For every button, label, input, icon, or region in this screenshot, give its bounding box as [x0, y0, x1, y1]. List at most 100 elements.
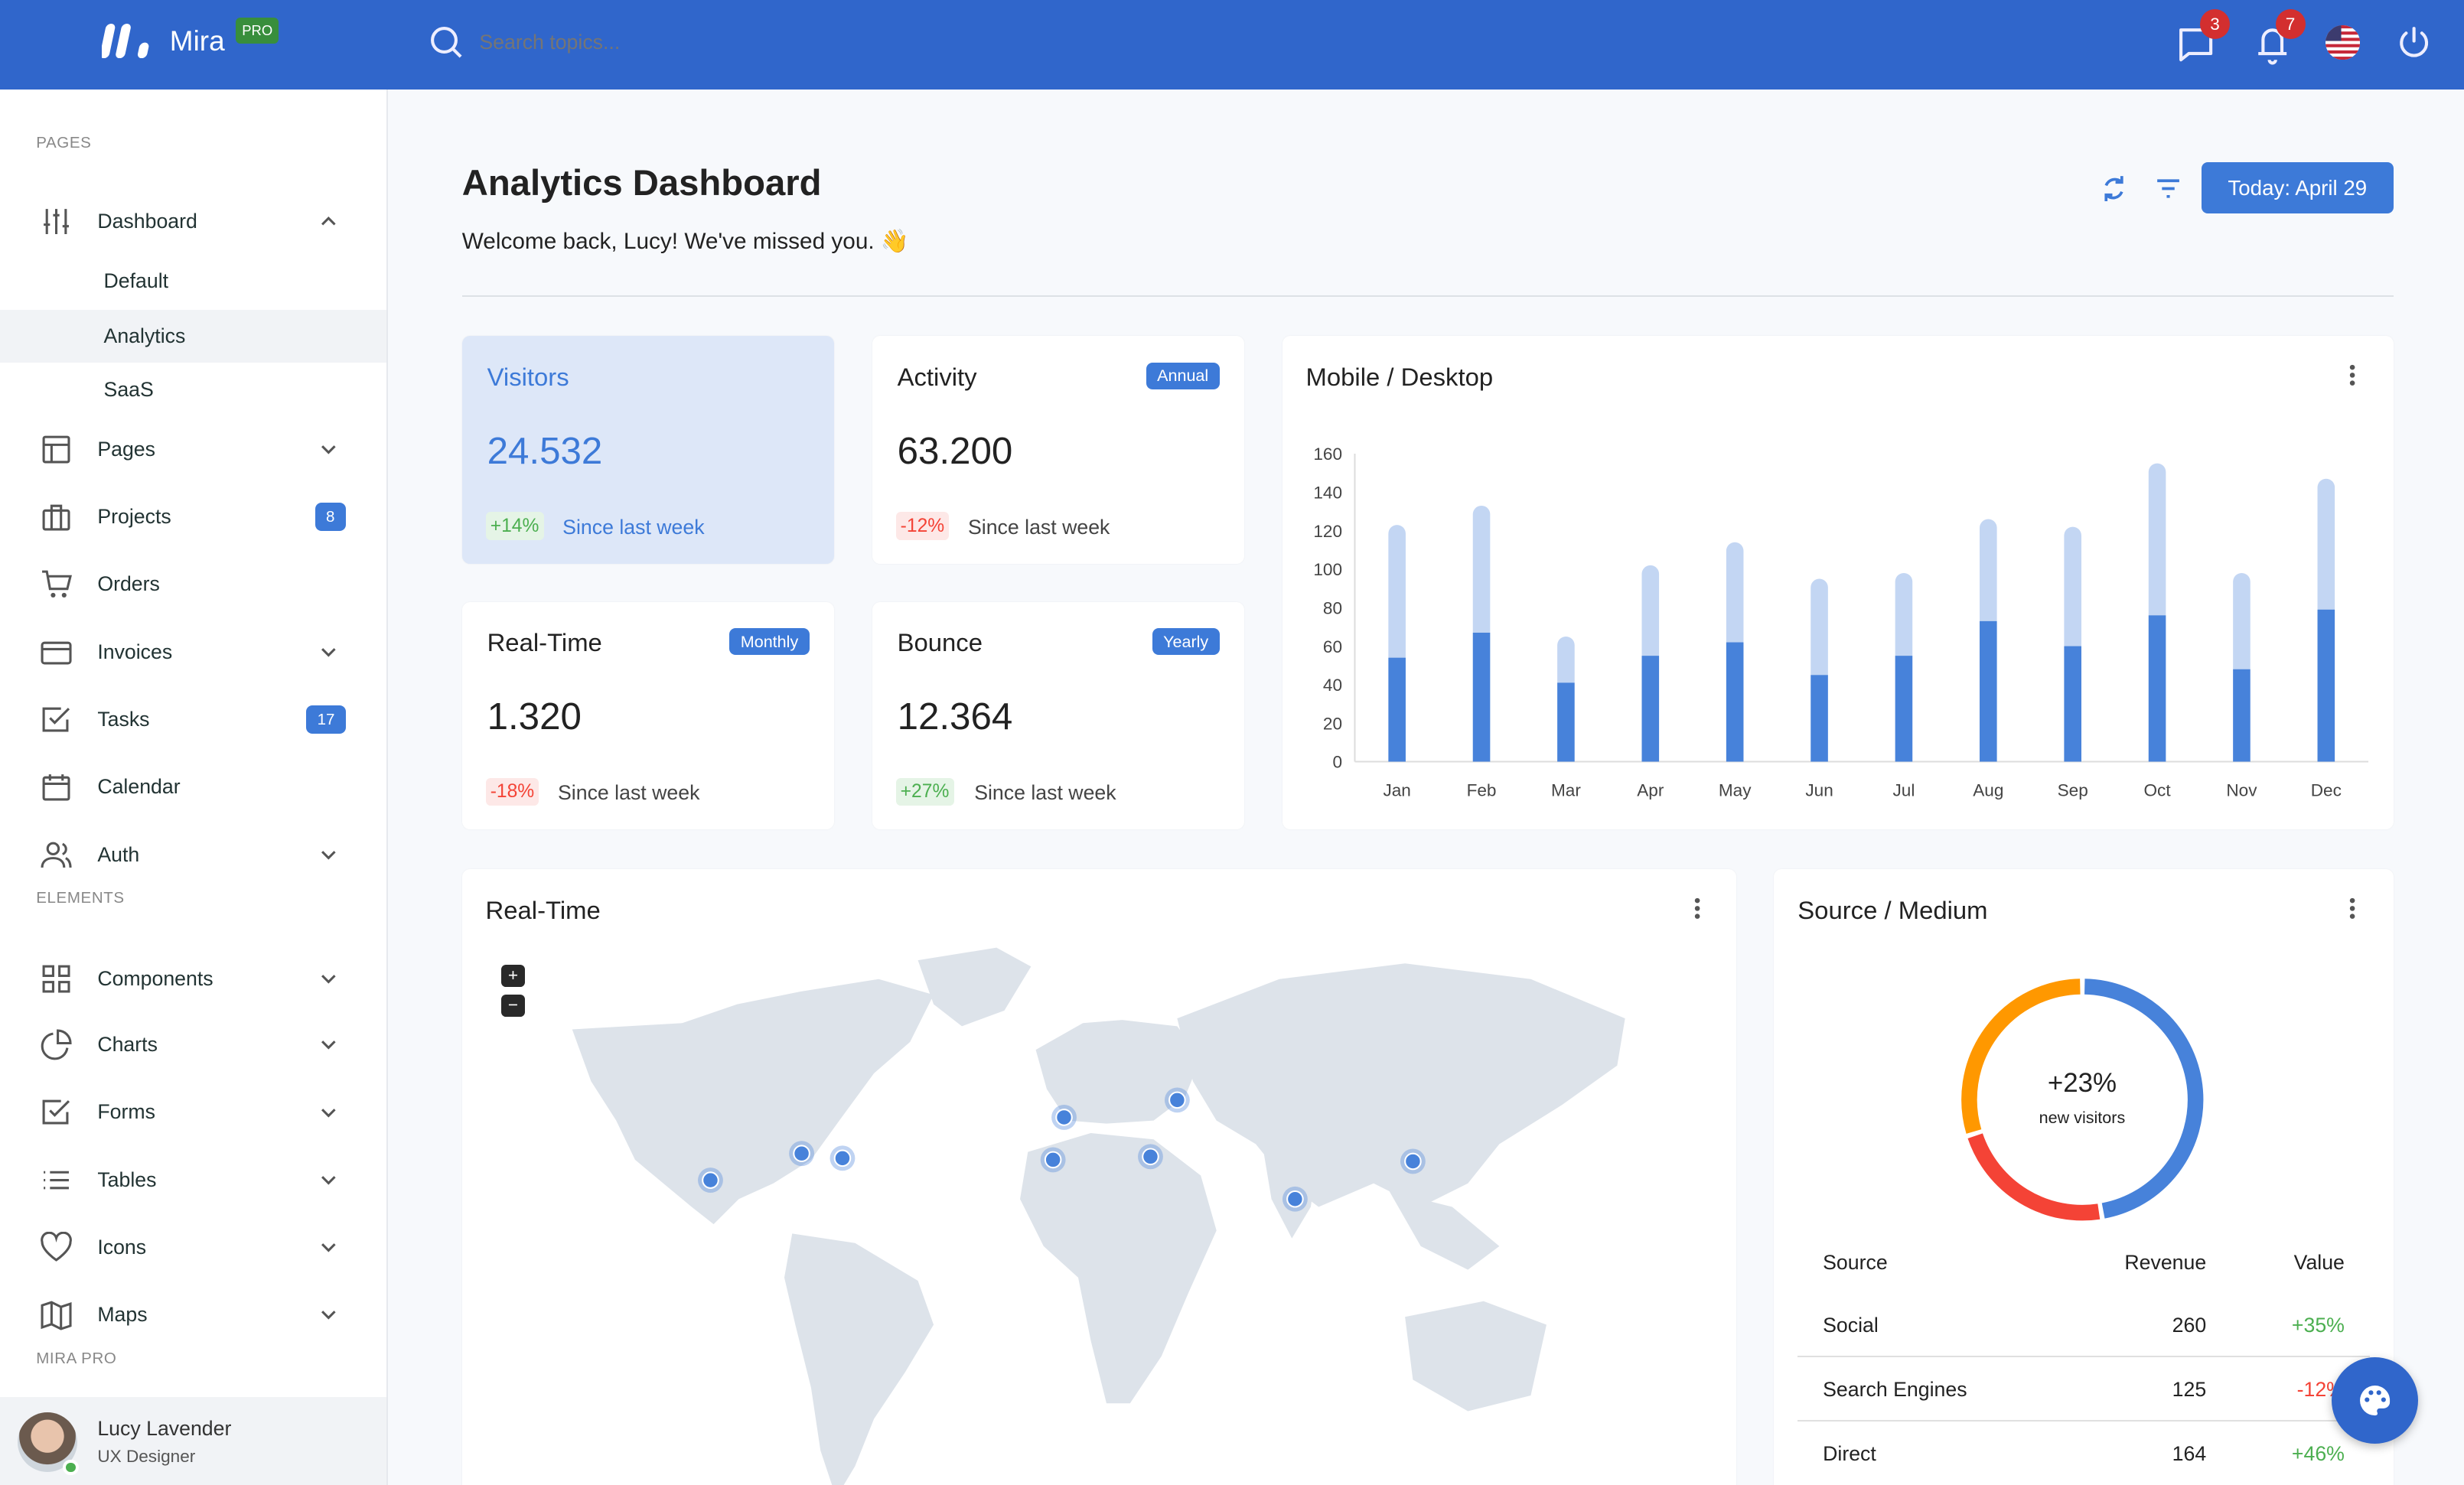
- sidebar-item-default[interactable]: Default: [0, 255, 386, 308]
- theme-settings-fab[interactable]: [2332, 1357, 2419, 1444]
- sidebar-item-pages[interactable]: Pages: [0, 422, 386, 476]
- x-tick-label: Jun: [1805, 781, 1833, 800]
- stat-value: 1.320: [487, 695, 582, 738]
- bar-desktop-sep: [2064, 646, 2081, 762]
- sidebar-item-auth[interactable]: Auth: [0, 828, 386, 881]
- map-marker[interactable]: [833, 1149, 851, 1167]
- sidebar-item-label: Maps: [97, 1303, 148, 1327]
- sidebar-item-components[interactable]: Components: [0, 952, 386, 1005]
- sidebar-item-maps[interactable]: Maps: [0, 1288, 386, 1342]
- sidebar-item-label: Tables: [97, 1167, 157, 1191]
- x-tick-label: Jul: [1892, 781, 1915, 800]
- map-marker[interactable]: [1168, 1091, 1186, 1109]
- x-tick-label: May: [1719, 781, 1752, 800]
- more-vertical-icon[interactable]: [2349, 897, 2355, 920]
- source-donut-chart: [1960, 979, 2204, 1221]
- user-profile[interactable]: Lucy Lavender UX Designer: [0, 1396, 387, 1485]
- sidebar-item-tables[interactable]: Tables: [0, 1153, 386, 1207]
- sidebar-item-calendar[interactable]: Calendar: [0, 760, 386, 814]
- sidebar-item-invoices[interactable]: Invoices: [0, 625, 386, 679]
- map-marker[interactable]: [793, 1145, 810, 1162]
- heart-icon: [41, 1231, 73, 1262]
- source-medium-card: Source / Medium +23% new visitors Source…: [1774, 868, 2394, 1485]
- sidebar-item-saas[interactable]: SaaS: [0, 363, 386, 416]
- bar-mobile-apr: [1641, 565, 1659, 664]
- table-row: [1797, 1421, 2369, 1484]
- refresh-icon[interactable]: [2098, 173, 2130, 204]
- x-tick-label: Sep: [2057, 781, 2088, 800]
- x-tick-label: Dec: [2310, 781, 2341, 800]
- sidebar-item-charts[interactable]: Charts: [0, 1018, 386, 1072]
- chevron-down-icon: [321, 445, 336, 454]
- welcome-message: Welcome back, Lucy! We've missed you. 👋: [461, 228, 909, 254]
- stat-card-real-time: Real-Time Monthly 1.320 -18% Since last week: [461, 601, 835, 830]
- palette-icon: [2360, 1386, 2391, 1416]
- x-tick-label: Aug: [1973, 781, 2003, 800]
- period-badge: Yearly: [1152, 628, 1220, 655]
- y-tick-label: 100: [1313, 561, 1342, 580]
- map-marker[interactable]: [1403, 1152, 1422, 1170]
- sidebar-item-label: Auth: [97, 842, 140, 866]
- x-tick-label: Oct: [2143, 781, 2171, 800]
- messages-count-badge: 3: [2199, 9, 2230, 40]
- bar-desktop-aug: [1979, 621, 1997, 762]
- bar-mobile-feb: [1472, 506, 1491, 641]
- world-map[interactable]: [462, 869, 1736, 1485]
- sidebar-item-label: Charts: [97, 1033, 158, 1057]
- messages-button[interactable]: 3: [2178, 9, 2230, 67]
- period-badge: Annual: [1146, 363, 1220, 389]
- filter-icon[interactable]: [2153, 173, 2184, 204]
- sidebar-item-dashboard[interactable]: Dashboard: [0, 195, 386, 249]
- chevron-up-icon: [321, 217, 336, 226]
- map-marker[interactable]: [1054, 1108, 1073, 1126]
- bar-desktop-jun: [1810, 675, 1828, 762]
- power-icon[interactable]: [2395, 24, 2433, 61]
- bar-mobile-may: [1726, 542, 1744, 651]
- sidebar-item-label: Analytics: [103, 324, 186, 347]
- bar-mobile-jan: [1388, 525, 1406, 666]
- stat-since: Since last week: [967, 515, 1110, 539]
- south-america: [784, 1233, 934, 1485]
- stat-value: 63.200: [897, 429, 1013, 472]
- chevron-down-icon: [321, 1176, 336, 1185]
- donut-slice-search-engines: [1967, 1133, 2100, 1221]
- stat-change: +27%: [895, 777, 954, 806]
- sidebar-item-analytics[interactable]: Analytics: [0, 309, 387, 363]
- online-status-dot: [63, 1459, 79, 1476]
- australia: [1404, 1301, 1547, 1412]
- source-name: Direct: [1823, 1442, 1876, 1466]
- bar-desktop-feb: [1472, 633, 1491, 762]
- bar-desktop-oct: [2148, 615, 2166, 762]
- sidebar-item-label: Orders: [97, 572, 160, 596]
- grid-icon: [42, 965, 70, 993]
- notifications-button[interactable]: 7: [2252, 9, 2306, 67]
- y-tick-label: 160: [1313, 445, 1342, 464]
- date-button[interactable]: Today: April 29: [2202, 161, 2394, 214]
- card-title: Source / Medium: [1797, 895, 1988, 924]
- stat-since: Since last week: [558, 780, 700, 804]
- map-marker[interactable]: [701, 1171, 719, 1189]
- search-input[interactable]: [479, 26, 951, 58]
- y-tick-label: 120: [1313, 522, 1342, 541]
- sidebar-item-orders[interactable]: Orders: [0, 558, 386, 611]
- bar-mobile-jun: [1810, 578, 1828, 684]
- sidebar-item-projects[interactable]: Projects 8: [0, 490, 386, 544]
- chevron-down-icon: [321, 850, 336, 860]
- map-marker[interactable]: [1286, 1190, 1304, 1208]
- source-revenue: 164: [2172, 1442, 2207, 1466]
- sidebar-item-tasks[interactable]: Tasks 17: [0, 693, 386, 747]
- sidebar-item-icons[interactable]: Icons: [0, 1221, 386, 1275]
- y-tick-label: 140: [1313, 484, 1342, 503]
- x-tick-label: Feb: [1466, 781, 1496, 800]
- credit-card-icon: [41, 641, 72, 665]
- source-revenue: 125: [2172, 1377, 2207, 1401]
- source-value: +46%: [2291, 1442, 2345, 1466]
- map-marker[interactable]: [1141, 1148, 1159, 1165]
- bar-mobile-sep: [2064, 527, 2081, 655]
- us-flag-icon[interactable]: [2325, 24, 2361, 60]
- map-marker[interactable]: [1044, 1151, 1062, 1168]
- sidebar-item-forms[interactable]: Forms: [0, 1086, 386, 1139]
- column-header-source: Source: [1823, 1250, 1888, 1274]
- y-tick-label: 40: [1323, 676, 1342, 695]
- chevron-down-icon: [321, 648, 336, 657]
